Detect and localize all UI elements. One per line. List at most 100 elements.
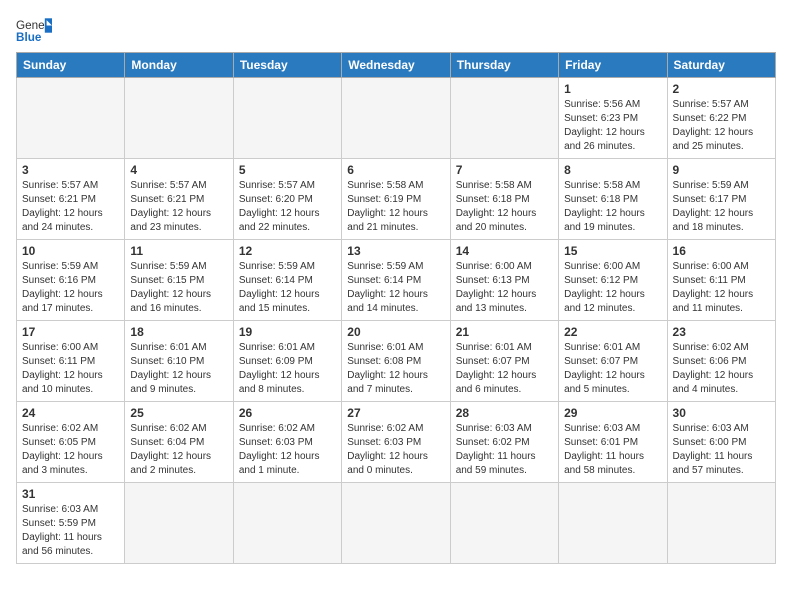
column-header-sunday: Sunday (17, 53, 125, 78)
calendar-week-5: 31 Sunrise: 6:03 AM Sunset: 5:59 PM Dayli… (17, 483, 776, 564)
day-number: 29 (564, 406, 661, 420)
day-info: Sunrise: 5:58 AM Sunset: 6:19 PM Dayligh… (347, 179, 444, 235)
calendar-cell: 19 Sunrise: 6:01 AM Sunset: 6:09 PM Dayli… (233, 321, 341, 402)
calendar-cell (233, 78, 341, 159)
calendar-week-3: 17 Sunrise: 6:00 AM Sunset: 6:11 PM Dayli… (17, 321, 776, 402)
column-header-thursday: Thursday (450, 53, 558, 78)
calendar-cell: 14 Sunrise: 6:00 AM Sunset: 6:13 PM Dayli… (450, 240, 558, 321)
calendar-cell (125, 78, 233, 159)
day-number: 27 (347, 406, 444, 420)
day-number: 23 (673, 325, 770, 339)
day-info: Sunrise: 6:02 AM Sunset: 6:03 PM Dayligh… (347, 422, 444, 478)
day-number: 26 (239, 406, 336, 420)
day-info: Sunrise: 6:00 AM Sunset: 6:11 PM Dayligh… (22, 341, 119, 397)
day-number: 20 (347, 325, 444, 339)
day-info: Sunrise: 6:03 AM Sunset: 5:59 PM Dayligh… (22, 503, 119, 559)
day-info: Sunrise: 5:57 AM Sunset: 6:22 PM Dayligh… (673, 98, 770, 154)
day-info: Sunrise: 6:03 AM Sunset: 6:01 PM Dayligh… (564, 422, 661, 478)
day-number: 2 (673, 82, 770, 96)
day-info: Sunrise: 6:03 AM Sunset: 6:00 PM Dayligh… (673, 422, 770, 478)
day-number: 13 (347, 244, 444, 258)
calendar-cell: 2 Sunrise: 5:57 AM Sunset: 6:22 PM Daylig… (667, 78, 775, 159)
day-number: 12 (239, 244, 336, 258)
day-number: 14 (456, 244, 553, 258)
day-number: 15 (564, 244, 661, 258)
column-header-tuesday: Tuesday (233, 53, 341, 78)
calendar-cell (559, 483, 667, 564)
calendar-cell: 26Sunrise: 6:02 AM Sunset: 6:03 PM Dayli… (233, 402, 341, 483)
day-number: 6 (347, 163, 444, 177)
day-number: 7 (456, 163, 553, 177)
calendar-cell: 9 Sunrise: 5:59 AM Sunset: 6:17 PM Daylig… (667, 159, 775, 240)
calendar-week-1: 3 Sunrise: 5:57 AM Sunset: 6:21 PM Daylig… (17, 159, 776, 240)
calendar-cell: 27 Sunrise: 6:02 AM Sunset: 6:03 PM Dayli… (342, 402, 450, 483)
day-info: Sunrise: 6:02 AM Sunset: 6:05 PM Dayligh… (22, 422, 119, 478)
day-number: 24 (22, 406, 119, 420)
calendar-cell: 24 Sunrise: 6:02 AM Sunset: 6:05 PM Dayli… (17, 402, 125, 483)
calendar-cell: 20Sunrise: 6:01 AM Sunset: 6:08 PM Dayli… (342, 321, 450, 402)
calendar-week-4: 24 Sunrise: 6:02 AM Sunset: 6:05 PM Dayli… (17, 402, 776, 483)
day-number: 30 (673, 406, 770, 420)
day-number: 9 (673, 163, 770, 177)
calendar-cell: 31 Sunrise: 6:03 AM Sunset: 5:59 PM Dayli… (17, 483, 125, 564)
day-info: Sunrise: 5:56 AM Sunset: 6:23 PM Dayligh… (564, 98, 661, 154)
day-info: Sunrise: 6:02 AM Sunset: 6:04 PM Dayligh… (130, 422, 227, 478)
day-info: Sunrise: 6:02 AM Sunset: 6:06 PM Dayligh… (673, 341, 770, 397)
calendar-cell: 29 Sunrise: 6:03 AM Sunset: 6:01 PM Dayli… (559, 402, 667, 483)
day-info: Sunrise: 6:03 AM Sunset: 6:02 PM Dayligh… (456, 422, 553, 478)
day-number: 28 (456, 406, 553, 420)
day-info: Sunrise: 5:59 AM Sunset: 6:15 PM Dayligh… (130, 260, 227, 316)
logo: General Blue (16, 16, 52, 44)
day-number: 4 (130, 163, 227, 177)
calendar-cell: 1 Sunrise: 5:56 AM Sunset: 6:23 PM Daylig… (559, 78, 667, 159)
logo-icon: General Blue (16, 16, 52, 44)
day-number: 19 (239, 325, 336, 339)
svg-text:Blue: Blue (16, 31, 42, 44)
column-header-saturday: Saturday (667, 53, 775, 78)
day-number: 18 (130, 325, 227, 339)
day-info: Sunrise: 5:59 AM Sunset: 6:17 PM Dayligh… (673, 179, 770, 235)
day-number: 25 (130, 406, 227, 420)
calendar-cell: 13 Sunrise: 5:59 AM Sunset: 6:14 PM Dayli… (342, 240, 450, 321)
day-info: Sunrise: 5:59 AM Sunset: 6:14 PM Dayligh… (239, 260, 336, 316)
day-info: Sunrise: 6:00 AM Sunset: 6:11 PM Dayligh… (673, 260, 770, 316)
day-number: 5 (239, 163, 336, 177)
day-info: Sunrise: 6:01 AM Sunset: 6:07 PM Dayligh… (456, 341, 553, 397)
day-number: 22 (564, 325, 661, 339)
calendar-cell: 15 Sunrise: 6:00 AM Sunset: 6:12 PM Dayli… (559, 240, 667, 321)
day-number: 3 (22, 163, 119, 177)
day-info: Sunrise: 5:58 AM Sunset: 6:18 PM Dayligh… (564, 179, 661, 235)
day-info: Sunrise: 6:01 AM Sunset: 6:10 PM Dayligh… (130, 341, 227, 397)
calendar-cell: 17 Sunrise: 6:00 AM Sunset: 6:11 PM Dayli… (17, 321, 125, 402)
calendar-cell: 21Sunrise: 6:01 AM Sunset: 6:07 PM Dayli… (450, 321, 558, 402)
calendar-cell (125, 483, 233, 564)
day-info: Sunrise: 5:59 AM Sunset: 6:14 PM Dayligh… (347, 260, 444, 316)
day-info: Sunrise: 6:00 AM Sunset: 6:12 PM Dayligh… (564, 260, 661, 316)
calendar-cell (667, 483, 775, 564)
day-number: 1 (564, 82, 661, 96)
calendar-cell: 30 Sunrise: 6:03 AM Sunset: 6:00 PM Dayli… (667, 402, 775, 483)
day-number: 11 (130, 244, 227, 258)
day-number: 17 (22, 325, 119, 339)
calendar-cell (342, 78, 450, 159)
day-info: Sunrise: 5:57 AM Sunset: 6:21 PM Dayligh… (22, 179, 119, 235)
column-header-wednesday: Wednesday (342, 53, 450, 78)
calendar-cell: 23 Sunrise: 6:02 AM Sunset: 6:06 PM Dayli… (667, 321, 775, 402)
day-info: Sunrise: 5:58 AM Sunset: 6:18 PM Dayligh… (456, 179, 553, 235)
calendar-cell: 4 Sunrise: 5:57 AM Sunset: 6:21 PM Daylig… (125, 159, 233, 240)
calendar-cell: 28 Sunrise: 6:03 AM Sunset: 6:02 PM Dayli… (450, 402, 558, 483)
calendar-cell (342, 483, 450, 564)
column-header-monday: Monday (125, 53, 233, 78)
calendar-cell: 5Sunrise: 5:57 AM Sunset: 6:20 PM Daylig… (233, 159, 341, 240)
day-number: 8 (564, 163, 661, 177)
day-info: Sunrise: 6:00 AM Sunset: 6:13 PM Dayligh… (456, 260, 553, 316)
day-info: Sunrise: 5:57 AM Sunset: 6:21 PM Dayligh… (130, 179, 227, 235)
day-info: Sunrise: 6:01 AM Sunset: 6:09 PM Dayligh… (239, 341, 336, 397)
calendar-cell: 3 Sunrise: 5:57 AM Sunset: 6:21 PM Daylig… (17, 159, 125, 240)
calendar-cell: 10Sunrise: 5:59 AM Sunset: 6:16 PM Dayli… (17, 240, 125, 321)
day-number: 31 (22, 487, 119, 501)
day-info: Sunrise: 6:01 AM Sunset: 6:07 PM Dayligh… (564, 341, 661, 397)
calendar-cell: 25 Sunrise: 6:02 AM Sunset: 6:04 PM Dayli… (125, 402, 233, 483)
day-number: 16 (673, 244, 770, 258)
calendar-cell: 18 Sunrise: 6:01 AM Sunset: 6:10 PM Dayli… (125, 321, 233, 402)
